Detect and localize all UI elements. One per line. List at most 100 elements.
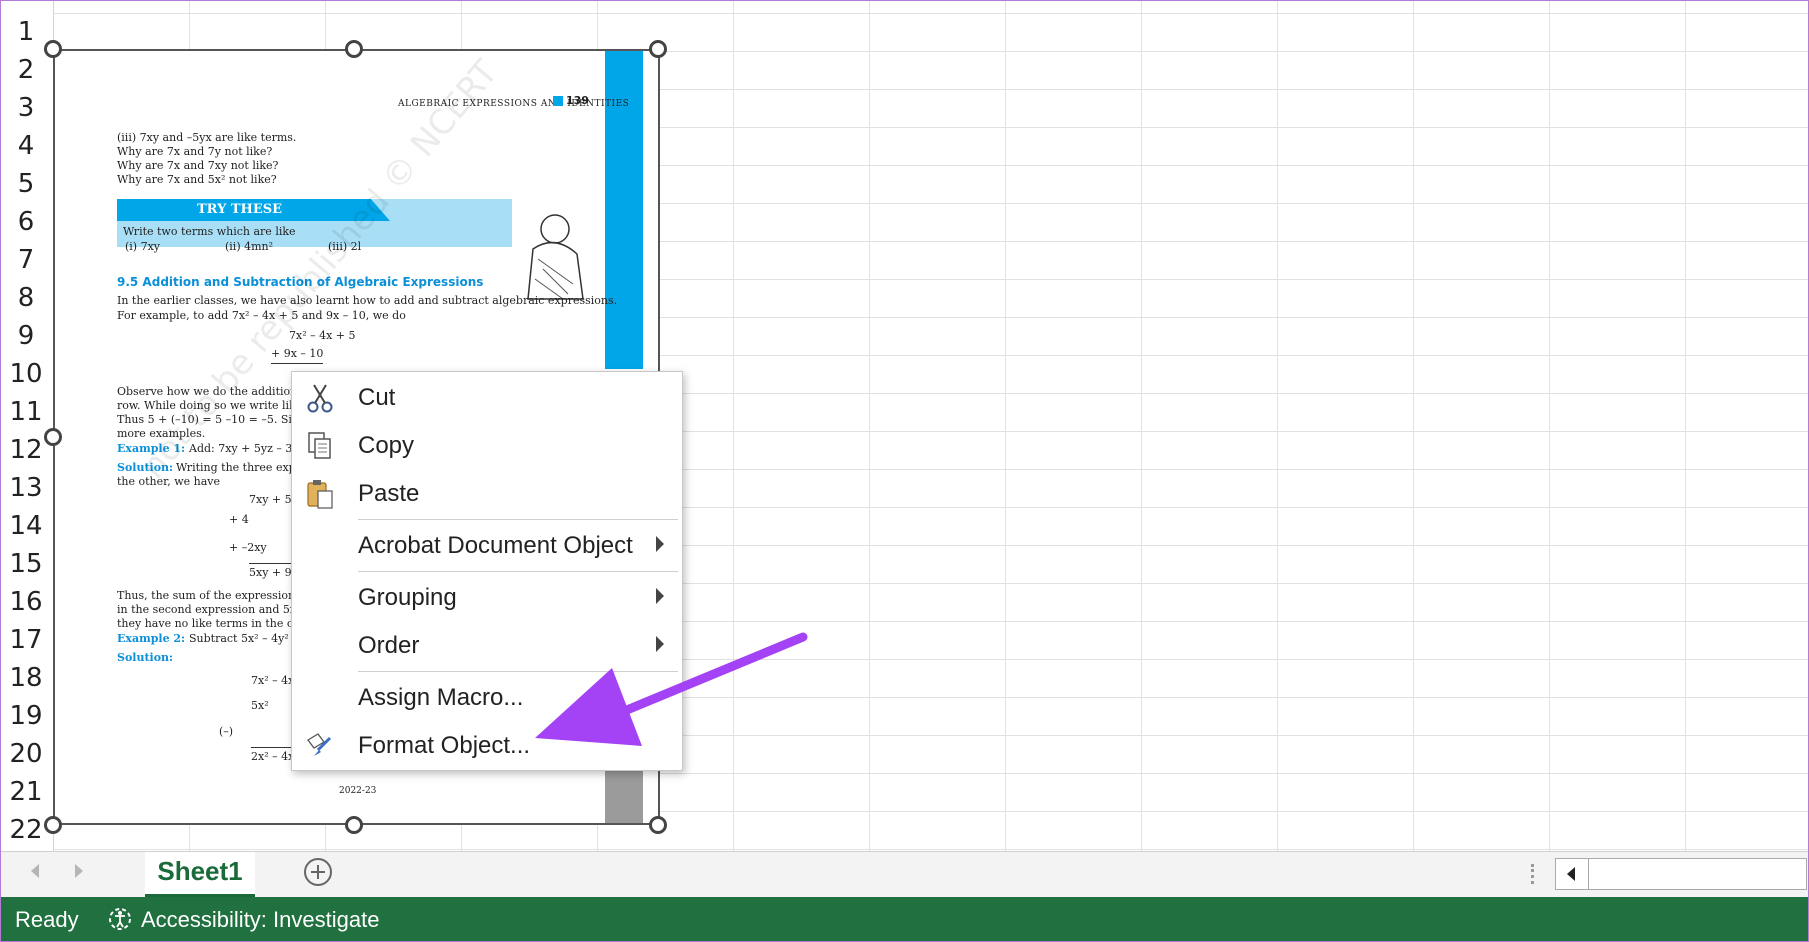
row-header[interactable]: 6 bbox=[1, 207, 51, 237]
try-item: (ii) 4mn² bbox=[225, 240, 274, 253]
resize-handle-top-left[interactable] bbox=[44, 40, 62, 58]
try-item: (i) 7xy bbox=[125, 240, 161, 253]
scrollbar-splitter[interactable] bbox=[1531, 864, 1537, 884]
row-gridline bbox=[53, 849, 1808, 850]
submenu-arrow-icon bbox=[656, 536, 664, 552]
sheet-tab-bar: Sheet1 bbox=[1, 851, 1808, 898]
menu-item-label: Order bbox=[358, 632, 420, 659]
menu-item-label: Grouping bbox=[358, 584, 457, 611]
math-line: + 9x – 10 bbox=[271, 347, 324, 364]
resize-handle-top[interactable] bbox=[345, 40, 363, 58]
horizontal-scrollbar[interactable] bbox=[1555, 858, 1807, 890]
row-header[interactable]: 20 bbox=[1, 739, 51, 769]
row-header[interactable]: 22 bbox=[1, 815, 51, 845]
status-bar: Ready Accessibility: Investigate bbox=[1, 897, 1808, 941]
column-gridline bbox=[1277, 1, 1278, 851]
resize-handle-bottom[interactable] bbox=[345, 816, 363, 834]
math-line: 5xy + 9 bbox=[249, 563, 292, 580]
math-line: + 4 bbox=[229, 513, 249, 526]
example-text: Add: 7xy + 5yz – 3zx bbox=[189, 442, 305, 455]
row-header[interactable]: 7 bbox=[1, 245, 51, 275]
column-gridline bbox=[869, 1, 870, 851]
menu-item-label: Acrobat Document Object bbox=[358, 532, 633, 559]
row-header[interactable]: 2 bbox=[1, 55, 51, 85]
row-headers: 1 2 3 4 5 6 7 8 9 10 11 12 13 14 15 16 17 18 19 20 21 22 bbox=[1, 1, 54, 851]
status-accessibility[interactable]: Accessibility: Investigate bbox=[141, 907, 379, 933]
row-header[interactable]: 13 bbox=[1, 473, 51, 503]
menu-item-order[interactable]: Order bbox=[292, 624, 682, 668]
row-header[interactable]: 16 bbox=[1, 587, 51, 617]
row-header[interactable]: 4 bbox=[1, 131, 51, 161]
row-header[interactable]: 9 bbox=[1, 321, 51, 351]
submenu-arrow-icon bbox=[656, 588, 664, 604]
scroll-tabs-left-icon[interactable] bbox=[31, 864, 39, 878]
scroll-tabs-right-icon[interactable] bbox=[75, 864, 83, 878]
column-gridline bbox=[733, 1, 734, 851]
column-gridline bbox=[1141, 1, 1142, 851]
menu-item-acrobat-document-object[interactable]: Acrobat Document Object bbox=[292, 524, 682, 568]
row-header[interactable]: 15 bbox=[1, 549, 51, 579]
context-menu: Cut Copy Paste Acrobat Document Object G… bbox=[291, 371, 683, 771]
menu-item-assign-macro[interactable]: Assign Macro... bbox=[292, 676, 682, 720]
column-gridline bbox=[1005, 1, 1006, 851]
row-header[interactable]: 19 bbox=[1, 701, 51, 731]
paste-icon bbox=[307, 480, 333, 509]
column-gridline bbox=[1413, 1, 1414, 851]
row-header[interactable]: 3 bbox=[1, 93, 51, 123]
row-header[interactable]: 8 bbox=[1, 283, 51, 313]
page-margin-bar-bottom bbox=[605, 771, 643, 825]
menu-item-label: Cut bbox=[358, 384, 396, 411]
menu-item-format-object[interactable]: Format Object... bbox=[292, 724, 682, 768]
math-line: 7x² – 4x + 5 bbox=[289, 329, 356, 342]
scissors-icon bbox=[307, 384, 333, 413]
format-brush-icon bbox=[307, 733, 332, 756]
menu-item-label: Copy bbox=[358, 432, 415, 459]
row-header[interactable]: 5 bbox=[1, 169, 51, 199]
menu-item-label: Assign Macro... bbox=[358, 684, 524, 711]
column-gridline bbox=[1549, 1, 1550, 851]
menu-item-label: Paste bbox=[358, 480, 420, 507]
resize-handle-left[interactable] bbox=[44, 428, 62, 446]
row-header[interactable]: 11 bbox=[1, 397, 51, 427]
doc-page-number: 139 bbox=[566, 94, 589, 107]
try-text: Write two terms which are like bbox=[123, 225, 296, 238]
header-square bbox=[553, 96, 563, 106]
menu-item-paste[interactable]: Paste bbox=[292, 472, 682, 516]
menu-item-copy[interactable]: Copy bbox=[292, 424, 682, 468]
excel-window: 1 2 3 4 5 6 7 8 9 10 11 12 13 14 15 16 17 18 19 20 21 22 Alge… bbox=[0, 0, 1809, 942]
copy-icon bbox=[308, 432, 331, 459]
add-sheet-icon[interactable] bbox=[304, 858, 332, 886]
scroll-left-button[interactable] bbox=[1556, 859, 1589, 889]
child-illustration bbox=[527, 214, 584, 300]
resize-handle-bottom-right[interactable] bbox=[649, 816, 667, 834]
row-header[interactable]: 14 bbox=[1, 511, 51, 541]
menu-item-grouping[interactable]: Grouping bbox=[292, 576, 682, 620]
menu-separator bbox=[358, 571, 678, 572]
row-header[interactable]: 1 bbox=[1, 17, 51, 47]
math-line: 2x² – 4x bbox=[251, 747, 295, 764]
sheet-tab-sheet1[interactable]: Sheet1 bbox=[145, 852, 255, 898]
resize-handle-bottom-left[interactable] bbox=[44, 816, 62, 834]
row-header[interactable]: 10 bbox=[1, 359, 51, 389]
doc-line: Why are 7x and 7xy not like? bbox=[117, 159, 279, 172]
menu-separator bbox=[358, 671, 678, 672]
row-header[interactable]: 17 bbox=[1, 625, 51, 655]
math-line: 7x² – 4x bbox=[251, 674, 295, 687]
resize-handle-top-right[interactable] bbox=[649, 40, 667, 58]
solution-label: Solution: bbox=[117, 651, 174, 664]
math-line: + –2xy bbox=[229, 541, 267, 554]
menu-item-cut[interactable]: Cut bbox=[292, 376, 682, 420]
menu-item-label: Format Object... bbox=[358, 732, 531, 759]
row-gridline bbox=[53, 13, 1808, 14]
scroll-left-icon bbox=[1567, 867, 1575, 881]
accessibility-icon[interactable] bbox=[107, 905, 135, 933]
submenu-arrow-icon bbox=[656, 636, 664, 652]
worksheet-grid[interactable]: 1 2 3 4 5 6 7 8 9 10 11 12 13 14 15 16 17 18 19 20 21 22 Alge… bbox=[1, 1, 1808, 851]
row-header[interactable]: 18 bbox=[1, 663, 51, 693]
column-gridline bbox=[1685, 1, 1686, 851]
status-ready: Ready bbox=[15, 907, 79, 932]
doc-line: (iii) 7xy and –5yx are like terms. bbox=[117, 131, 297, 144]
doc-line: In the earlier classes, we have also lea… bbox=[117, 294, 618, 307]
doc-line: Why are 7x and 5x² not like? bbox=[117, 173, 277, 186]
row-header[interactable]: 21 bbox=[1, 777, 51, 807]
